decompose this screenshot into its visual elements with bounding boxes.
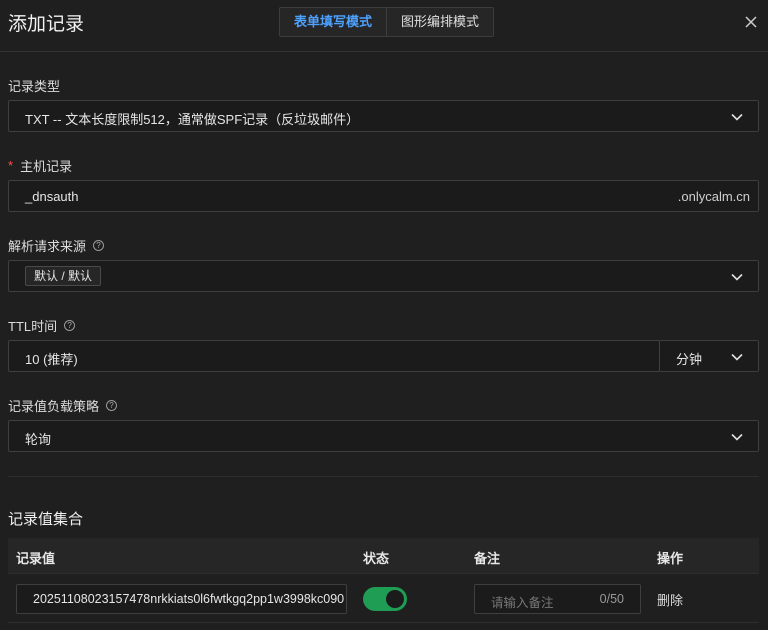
source-label: 解析请求来源 ? — [8, 236, 105, 255]
help-icon[interactable]: ? — [64, 320, 76, 331]
host-value: _dnsauth — [25, 189, 79, 204]
tab-form-mode[interactable]: 表单填写模式 — [280, 8, 388, 36]
ttl-unit-value: 分钟 — [676, 352, 703, 367]
delete-button[interactable]: 删除 — [657, 590, 683, 609]
help-icon[interactable]: ? — [106, 400, 118, 411]
ttl-input[interactable]: 10 (推荐) — [8, 340, 660, 372]
tab-graph-mode[interactable]: 图形编排模式 — [387, 8, 494, 36]
status-toggle[interactable] — [363, 587, 407, 611]
strategy-label: 记录值负载策略 ? — [8, 396, 118, 415]
record-type-value: TXT -- 文本长度限制512，通常做SPF记录（反垃圾邮件） — [25, 112, 360, 127]
mode-switch: 表单填写模式 图形编排模式 — [279, 7, 495, 37]
chevron-down-icon — [731, 273, 743, 281]
note-placeholder: 请输入备注 — [491, 596, 554, 610]
chevron-down-icon — [731, 433, 743, 441]
table-header: 记录值 状态 备注 操作 — [8, 538, 759, 573]
help-icon[interactable]: ? — [93, 240, 105, 251]
col-action: 操作 — [657, 551, 684, 566]
col-status: 状态 — [363, 551, 390, 566]
col-note: 备注 — [474, 551, 501, 566]
note-input[interactable]: 请输入备注 0/50 — [474, 584, 641, 614]
strategy-select[interactable]: 轮询 — [8, 420, 759, 452]
host-label: * 主机记录 — [8, 158, 73, 174]
col-value: 记录值 — [16, 551, 56, 566]
dialog-header: 添加记录 表单填写模式 图形编排模式 — [0, 0, 768, 52]
chevron-down-icon — [731, 353, 743, 361]
source-tag: 默认 / 默认 — [25, 266, 102, 286]
host-input[interactable]: _dnsauth .onlycalm.cn — [8, 180, 759, 212]
source-select[interactable]: 默认 / 默认 — [8, 260, 759, 292]
note-counter: 0/50 — [599, 592, 624, 606]
records-table: 记录值 状态 备注 操作 20251108023157478nrkkiats0l… — [8, 538, 759, 623]
close-icon[interactable] — [743, 14, 759, 30]
required-mark: * — [8, 158, 14, 173]
section-divider — [8, 476, 759, 477]
strategy-value: 轮询 — [25, 432, 52, 447]
record-value-input[interactable]: 20251108023157478nrkkiats0l6fwtkgq2pp1w3… — [16, 584, 347, 614]
toggle-knob — [386, 590, 404, 608]
record-type-select[interactable]: TXT -- 文本长度限制512，通常做SPF记录（反垃圾邮件） — [8, 100, 759, 132]
ttl-unit-select[interactable]: 分钟 — [659, 340, 759, 372]
record-type-label: 记录类型 — [8, 79, 61, 94]
host-suffix: .onlycalm.cn — [677, 189, 750, 204]
ttl-value: 10 (推荐) — [25, 352, 78, 367]
dialog-title: 添加记录 — [8, 14, 85, 35]
chevron-down-icon — [731, 113, 743, 121]
ttl-label: TTL时间 ? — [8, 316, 76, 335]
table-row: 20251108023157478nrkkiats0l6fwtkgq2pp1w3… — [8, 573, 759, 623]
records-title: 记录值集合 — [8, 511, 84, 528]
